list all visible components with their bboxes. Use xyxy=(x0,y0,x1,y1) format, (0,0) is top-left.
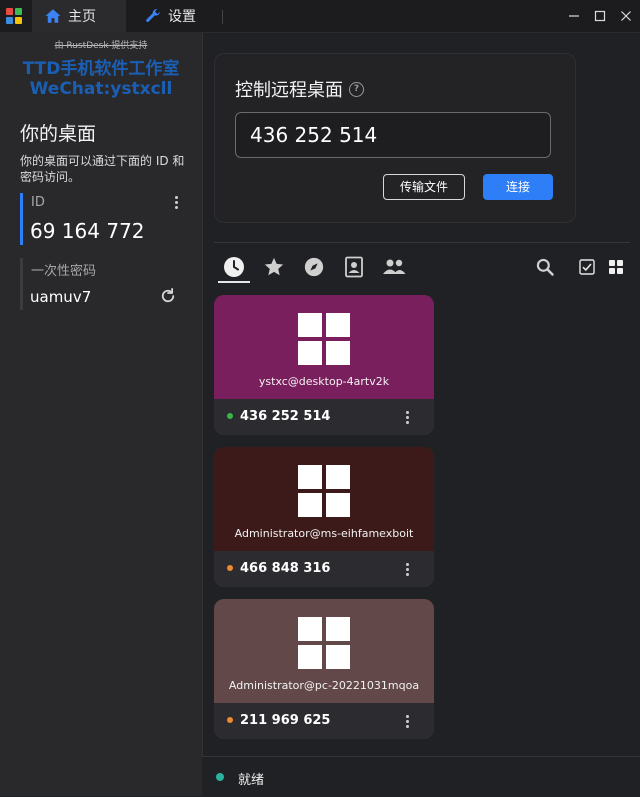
offline-status-dot xyxy=(227,717,233,723)
online-status-dot xyxy=(227,413,233,419)
search-button[interactable] xyxy=(532,254,558,280)
transfer-file-button[interactable]: 传输文件 xyxy=(383,174,465,200)
peer-id: 436 252 514 xyxy=(240,409,331,424)
your-desktop-title: 你的桌面 xyxy=(20,123,97,145)
close-icon xyxy=(621,11,631,21)
wrench-icon xyxy=(146,9,160,22)
close-button[interactable] xyxy=(610,0,640,32)
status-text: 就绪 xyxy=(238,773,265,788)
windows-logo-icon xyxy=(298,465,350,517)
tab-discovered[interactable] xyxy=(301,254,327,280)
grid-view-icon xyxy=(609,260,623,274)
connect-title: 控制远程桌面 ? xyxy=(235,76,364,102)
peer-more-icon[interactable] xyxy=(406,411,410,424)
peer-id: 466 848 316 xyxy=(240,561,331,576)
clock-icon xyxy=(224,257,244,277)
id-more-icon[interactable] xyxy=(175,196,179,209)
peer-id: 211 969 625 xyxy=(240,713,331,728)
tab-favorites[interactable] xyxy=(261,254,287,280)
peer-name: Administrator@ms-eihfamexboit xyxy=(234,527,414,540)
peer-name: Administrator@pc-20221031mqoa xyxy=(228,679,420,692)
address-book-icon xyxy=(345,256,363,278)
home-icon xyxy=(45,9,61,23)
peer-card-footer: 466 848 316 xyxy=(214,551,434,587)
connect-title-text: 控制远程桌面 xyxy=(235,80,343,101)
peer-more-icon[interactable] xyxy=(406,715,410,728)
status-bar: 就绪 xyxy=(202,756,640,797)
peer-card[interactable]: Administrator@pc-20221031mqoa 211 969 62… xyxy=(214,599,434,739)
tab-settings[interactable]: 设置 xyxy=(132,0,222,32)
password-value[interactable]: uamuv7 xyxy=(30,288,91,306)
refresh-password-icon[interactable] xyxy=(159,287,177,305)
peer-card-footer: 436 252 514 xyxy=(214,399,434,435)
divider xyxy=(214,242,630,243)
minimize-icon xyxy=(569,15,579,17)
checkbox-icon xyxy=(579,259,595,275)
tab-settings-label: 设置 xyxy=(168,9,196,25)
id-value[interactable]: 69 164 772 xyxy=(30,219,145,243)
title-bar: 主页 设置 xyxy=(0,0,640,33)
peer-card[interactable]: Administrator@ms-eihfamexboit 466 848 31… xyxy=(214,447,434,587)
tab-separator xyxy=(222,10,223,24)
peer-card-footer: 211 969 625 xyxy=(214,703,434,739)
sidebar: 由 RustDesk 提供支持 TTD手机软件工作室 WeChat:ystxcl… xyxy=(0,33,203,796)
maximize-icon xyxy=(594,10,606,22)
compass-icon xyxy=(304,257,324,277)
offline-status-dot xyxy=(227,565,233,571)
peer-more-icon[interactable] xyxy=(406,563,410,576)
watermark: TTD手机软件工作室 WeChat:ystxcll xyxy=(0,59,202,99)
remote-id-input[interactable]: 436 252 514 xyxy=(235,112,551,158)
search-icon xyxy=(536,258,554,276)
grid-view-button[interactable] xyxy=(603,254,629,280)
password-block: 一次性密码 uamuv7 xyxy=(20,258,185,310)
windows-logo-icon xyxy=(298,617,350,669)
password-label: 一次性密码 xyxy=(31,264,97,279)
peer-name: ystxc@desktop-4artv2k xyxy=(258,375,390,388)
tab-home-label: 主页 xyxy=(68,9,96,25)
ready-status-dot xyxy=(216,773,224,781)
star-icon xyxy=(264,257,284,276)
watermark-line-2: WeChat:ystxcll xyxy=(29,79,173,99)
tab-recent-sessions[interactable] xyxy=(221,254,247,280)
select-mode-button[interactable] xyxy=(574,254,600,280)
tab-address-book[interactable] xyxy=(341,254,367,280)
watermark-line-1: TTD手机软件工作室 xyxy=(22,59,180,79)
powered-by-text: 由 RustDesk 提供支持 xyxy=(54,41,148,51)
id-label: ID xyxy=(31,195,45,210)
windows-logo-icon xyxy=(298,313,350,365)
connect-button[interactable]: 连接 xyxy=(483,174,553,200)
your-desktop-description: 你的桌面可以通过下面的 ID 和密码访问。 xyxy=(20,154,185,184)
active-tab-indicator xyxy=(218,281,250,283)
tab-home[interactable]: 主页 xyxy=(32,0,126,32)
rustdesk-logo-icon xyxy=(6,8,22,24)
help-icon[interactable]: ? xyxy=(349,81,364,97)
peer-card[interactable]: ystxc@desktop-4artv2k 436 252 514 xyxy=(214,295,434,435)
id-block: ID 69 164 772 xyxy=(20,193,185,245)
group-icon xyxy=(383,259,406,274)
tab-groups[interactable] xyxy=(381,254,407,280)
connect-card: 控制远程桌面 ? 436 252 514 传输文件 连接 xyxy=(214,53,576,223)
